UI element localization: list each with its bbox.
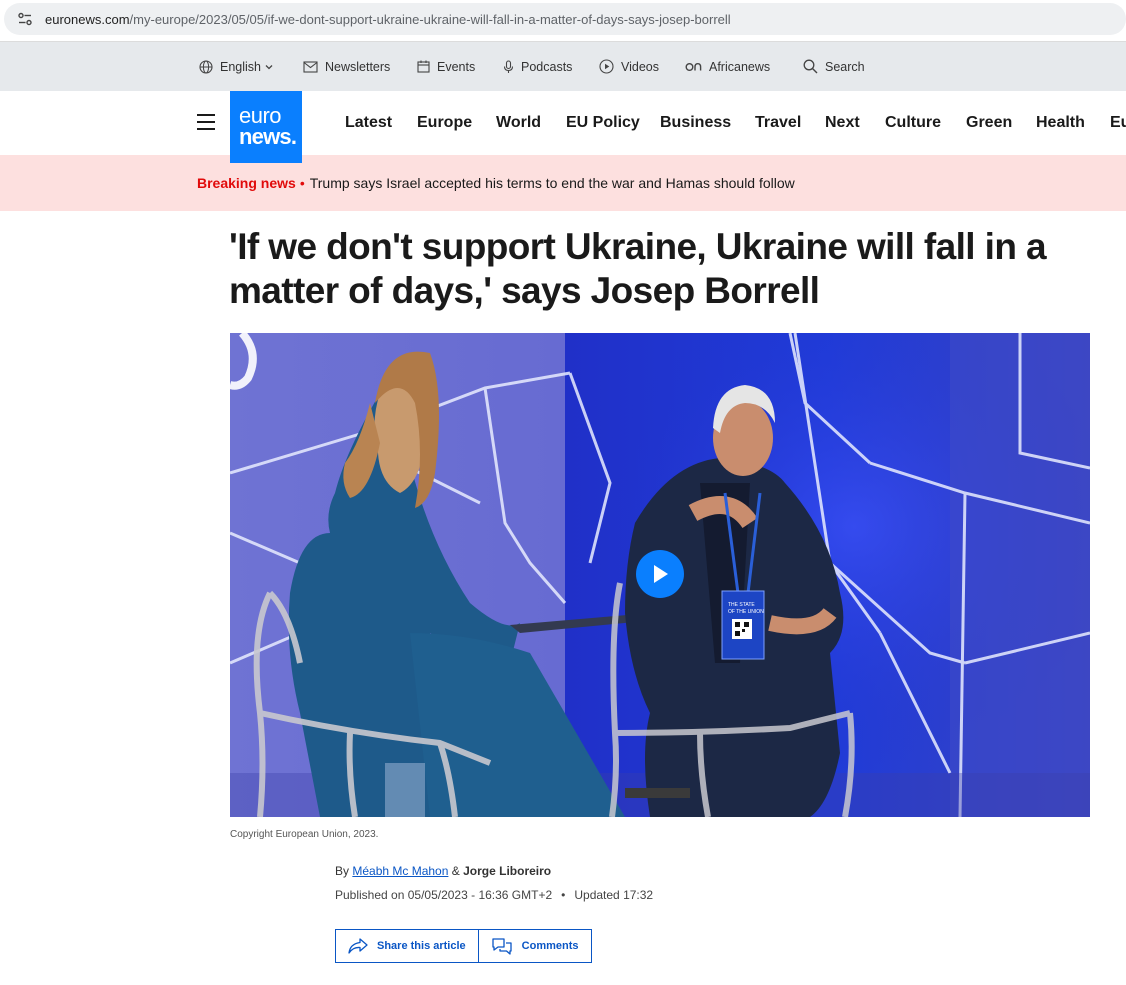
africanews-label: Africanews [709, 59, 771, 74]
utility-bar: English Newsletters Events Podcasts Vide… [0, 42, 1126, 91]
image-caption: Copyright European Union, 2023. [230, 829, 379, 840]
play-button[interactable] [636, 550, 684, 598]
breaking-news-label: Breaking news [197, 175, 296, 191]
envelope-icon [303, 60, 318, 73]
article-byline: By Méabh Mc Mahon & Jorge Liboreiro [335, 864, 551, 878]
microphone-icon [503, 59, 514, 73]
browser-address-bar: euronews.com/my-europe/2023/05/05/if-we-… [0, 0, 1126, 42]
breaking-news-headline[interactable]: Trump says Israel accepted his terms to … [310, 175, 795, 191]
nav-business[interactable]: Business [660, 91, 731, 155]
nav-eu-policy[interactable]: EU Policy [566, 91, 640, 155]
africanews-link[interactable]: Africanews [685, 42, 770, 91]
url-field[interactable]: euronews.com/my-europe/2023/05/05/if-we-… [4, 3, 1126, 35]
author-jorge: Jorge Liboreiro [463, 864, 552, 878]
search-icon [803, 59, 818, 74]
share-button[interactable]: Share this article [336, 930, 478, 962]
events-label: Events [437, 59, 476, 74]
euronews-logo[interactable]: euro news. [230, 91, 302, 163]
events-link[interactable]: Events [417, 42, 475, 91]
podcasts-label: Podcasts [521, 59, 573, 74]
updated-separator: • [561, 888, 566, 902]
share-icon [348, 938, 368, 954]
logo-line-2: news. [239, 124, 297, 149]
language-label: English [220, 59, 261, 74]
main-navigation: euro news. Latest Europe World EU Policy… [0, 91, 1126, 163]
chevron-down-icon [265, 64, 273, 69]
article-actions: Share this article Comments [335, 929, 592, 963]
calendar-icon [417, 60, 430, 73]
nav-culture[interactable]: Culture [885, 91, 941, 155]
play-circle-icon [599, 59, 614, 74]
podcasts-link[interactable]: Podcasts [503, 42, 572, 91]
search-button[interactable]: Search [803, 42, 865, 91]
videos-label: Videos [621, 59, 659, 74]
byline-prefix: By [335, 864, 350, 878]
breaking-news-dot: • [299, 175, 305, 191]
comments-label: Comments [521, 940, 579, 952]
url-path: /my-europe/2023/05/05/if-we-dont-support… [129, 11, 731, 27]
search-label: Search [825, 59, 865, 74]
badge-title-line-1: THE STATE [728, 602, 755, 608]
comments-icon [492, 938, 512, 955]
nav-more-truncated[interactable]: Eu [1110, 91, 1126, 155]
nav-next[interactable]: Next [825, 91, 860, 155]
nav-latest[interactable]: Latest [345, 91, 392, 155]
url-text: euronews.com/my-europe/2023/05/05/if-we-… [45, 12, 731, 27]
language-selector[interactable]: English [199, 42, 274, 91]
nav-green[interactable]: Green [966, 91, 1012, 155]
africanews-logo-icon [685, 62, 702, 71]
play-icon [654, 565, 668, 583]
updated-time: Updated 17:32 [574, 888, 654, 902]
video-player[interactable]: THE STATE OF THE UNION [230, 333, 1090, 817]
url-host: euronews.com [45, 11, 130, 27]
nav-health[interactable]: Health [1036, 91, 1085, 155]
author-link-meabh[interactable]: Méabh Mc Mahon [352, 864, 448, 878]
newsletters-link[interactable]: Newsletters [303, 42, 390, 91]
nav-travel[interactable]: Travel [755, 91, 801, 155]
comments-button[interactable]: Comments [477, 930, 591, 962]
videos-link[interactable]: Videos [599, 42, 659, 91]
nav-europe[interactable]: Europe [417, 91, 472, 155]
newsletters-label: Newsletters [325, 59, 391, 74]
share-label: Share this article [377, 940, 466, 952]
nav-world[interactable]: World [496, 91, 541, 155]
publish-info: Published on 05/05/2023 - 16:36 GMT+2 • Up… [335, 888, 653, 902]
breaking-news-bar: Breaking news • Trump says Israel accept… [0, 155, 1126, 211]
globe-icon [199, 59, 213, 74]
hamburger-menu-icon[interactable] [197, 114, 215, 130]
published-date: Published on 05/05/2023 - 16:36 GMT+2 [335, 888, 553, 902]
site-info-icon[interactable] [14, 8, 36, 30]
byline-amp: & [451, 864, 460, 878]
badge-title-line-2: OF THE UNION [728, 609, 764, 615]
article-headline: 'If we don't support Ukraine, Ukraine wi… [229, 226, 1047, 311]
